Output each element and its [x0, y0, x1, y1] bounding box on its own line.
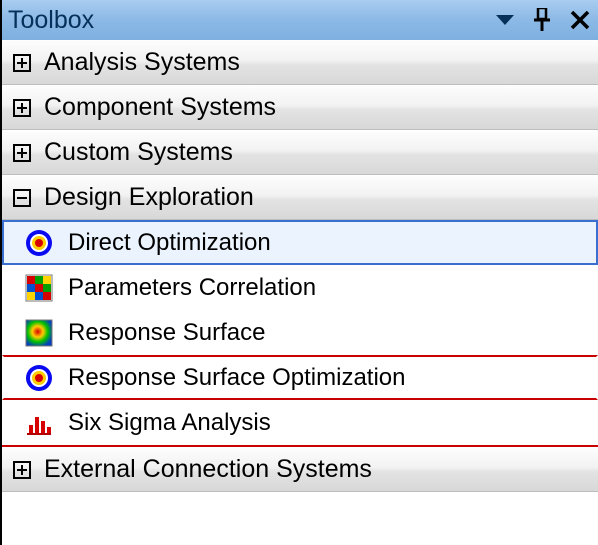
section-label: Custom Systems	[44, 138, 233, 167]
item-parameters-correlation[interactable]: Parameters Correlation	[2, 265, 598, 310]
section-label: Design Exploration	[44, 183, 254, 212]
target-icon	[24, 363, 54, 393]
section-label: External Connection Systems	[44, 455, 372, 484]
collapse-icon[interactable]	[12, 188, 32, 208]
section-analysis-systems[interactable]: Analysis Systems	[2, 40, 598, 85]
heatmap-icon	[24, 318, 54, 348]
item-response-surface[interactable]: Response Surface	[2, 310, 598, 355]
close-icon[interactable]	[570, 10, 590, 30]
mosaic-icon	[24, 273, 54, 303]
item-label: Direct Optimization	[68, 229, 271, 257]
design-exploration-children: Direct Optimization Parameters Correlati…	[2, 220, 598, 447]
panel-titlebar: Toolbox	[2, 0, 598, 40]
section-label: Analysis Systems	[44, 48, 240, 77]
section-external-connection-systems[interactable]: External Connection Systems	[2, 447, 598, 492]
expand-icon[interactable]	[12, 460, 32, 480]
toolbox-panel: Toolbox	[0, 0, 598, 545]
expand-icon[interactable]	[12, 53, 32, 73]
section-label: Component Systems	[44, 93, 276, 122]
bar-chart-icon	[24, 408, 54, 438]
section-custom-systems[interactable]: Custom Systems	[2, 130, 598, 175]
section-component-systems[interactable]: Component Systems	[2, 85, 598, 130]
dropdown-icon[interactable]	[496, 15, 514, 25]
expand-icon[interactable]	[12, 143, 32, 163]
item-label: Six Sigma Analysis	[68, 409, 271, 437]
panel-title: Toolbox	[6, 6, 94, 35]
pin-icon[interactable]	[532, 8, 552, 32]
item-six-sigma-analysis[interactable]: Six Sigma Analysis	[2, 400, 598, 445]
expand-icon[interactable]	[12, 98, 32, 118]
item-label: Response Surface Optimization	[68, 364, 406, 392]
item-label: Parameters Correlation	[68, 274, 316, 302]
item-response-surface-optimization[interactable]: Response Surface Optimization	[2, 355, 598, 400]
target-icon	[24, 228, 54, 258]
section-design-exploration[interactable]: Design Exploration	[2, 175, 598, 220]
item-label: Response Surface	[68, 319, 265, 347]
item-direct-optimization[interactable]: Direct Optimization	[2, 220, 598, 265]
panel-controls	[496, 8, 592, 32]
